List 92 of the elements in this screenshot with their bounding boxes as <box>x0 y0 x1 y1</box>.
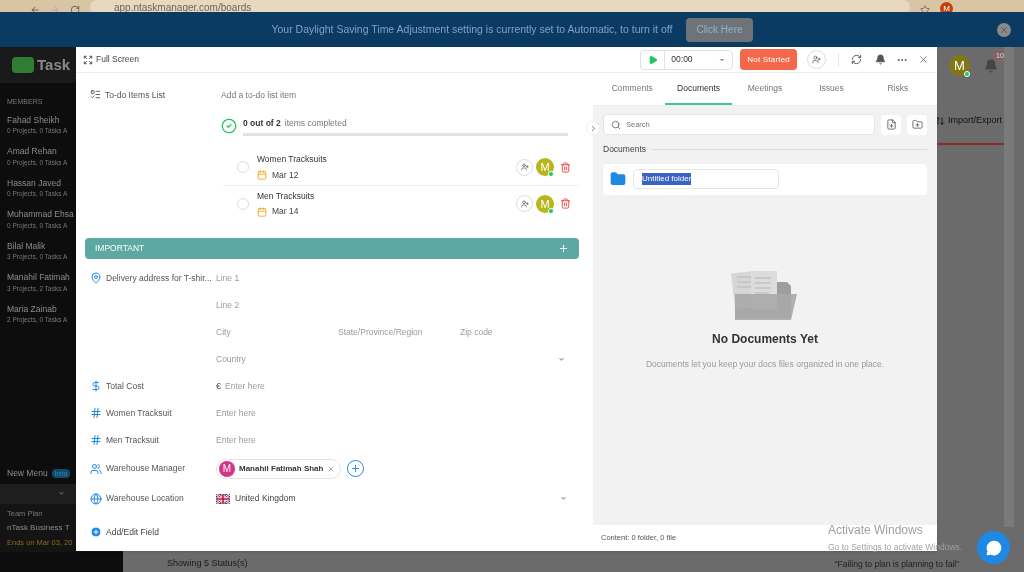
star-icon[interactable] <box>920 5 930 12</box>
add-circle-icon <box>90 526 102 539</box>
avatar[interactable]: M <box>219 460 235 477</box>
new-file-button[interactable] <box>881 114 901 135</box>
activation-title: Activate Windows <box>828 522 924 539</box>
new-menu-label[interactable]: New Menu <box>7 467 48 480</box>
sort-arrows-icon <box>934 115 945 126</box>
plus-icon[interactable] <box>558 242 569 254</box>
currency-symbol: € <box>216 379 221 393</box>
tab[interactable]: Meetings <box>731 73 799 105</box>
list-icon <box>90 89 101 100</box>
progress-check-icon <box>221 118 237 135</box>
plus-icon <box>350 463 362 475</box>
text-field[interactable]: State/Province/Region <box>338 325 458 339</box>
text-field[interactable]: Enter here <box>216 433 366 447</box>
chat-button[interactable] <box>977 531 1010 564</box>
close-icon[interactable] <box>918 54 929 65</box>
remove-icon[interactable] <box>327 464 336 473</box>
text-field[interactable]: Zip code <box>460 325 560 339</box>
uk-flag-icon <box>216 493 230 504</box>
location-pin-icon <box>90 272 102 285</box>
todo-item[interactable]: Men Tracksuits Mar 14 M <box>223 185 579 222</box>
dollar-icon <box>90 380 102 393</box>
field-label: To-do Items List <box>105 89 165 102</box>
tab[interactable]: Risks <box>864 73 932 105</box>
tab[interactable]: Issues <box>798 73 865 105</box>
folder-name-field[interactable]: Untitled folder <box>633 169 779 190</box>
calendar-icon <box>257 170 267 181</box>
new-folder-button[interactable] <box>907 114 927 135</box>
todo-input[interactable]: Add a to-do list item <box>221 89 579 101</box>
status-count: Showing 5 Status(s) <box>167 557 248 571</box>
tab[interactable]: Comments <box>599 73 666 105</box>
globe-icon <box>90 492 102 505</box>
todo-item[interactable]: Women Tracksuits Mar 12 M <box>223 149 579 186</box>
search-icon <box>611 119 621 130</box>
tab[interactable]: Documents <box>665 73 732 105</box>
todo-date: Mar 12 <box>272 168 299 182</box>
file-plus-icon <box>885 119 897 130</box>
country-select[interactable]: United Kingdom <box>216 492 568 506</box>
chat-bubble-icon <box>985 539 1002 556</box>
delete-icon[interactable] <box>560 198 571 210</box>
hash-icon <box>90 434 102 447</box>
folder-icon <box>610 171 626 188</box>
logo-icon <box>12 57 34 73</box>
add-user-icon <box>520 199 529 208</box>
text-field[interactable]: Enter here <box>216 406 366 420</box>
add-user-icon <box>520 163 529 172</box>
field-label: Men Tracksuit <box>106 433 159 447</box>
folder-plus-icon <box>911 119 923 130</box>
progress-count: 0 out of 2 <box>243 117 281 130</box>
documents-heading: Documents <box>603 143 646 156</box>
text-field[interactable]: Line 2 <box>216 298 336 312</box>
field-label: Warehouse Location <box>106 492 184 506</box>
play-icon <box>647 54 658 65</box>
field-label: Warehouse Manager <box>106 462 186 476</box>
folder-row[interactable]: Untitled folder <box>603 163 927 195</box>
status-button[interactable]: Not Started <box>740 49 797 70</box>
expand-icon <box>83 54 93 65</box>
text-field[interactable]: Enter here <box>225 379 375 393</box>
field-label: Total Cost <box>106 379 144 393</box>
import-export-button[interactable]: Import/Export <box>934 113 1002 128</box>
todo-title: Men Tracksuits <box>257 189 316 203</box>
add-user-icon <box>812 55 821 64</box>
add-edit-field-button[interactable]: Add/Edit Field <box>90 525 579 539</box>
notification-bell-icon[interactable] <box>984 58 998 73</box>
repeat-icon[interactable] <box>851 54 862 65</box>
field-label: Delivery address for T-shir... <box>106 271 212 285</box>
caret-icon <box>57 489 66 498</box>
full-screen-button[interactable]: Full Screen <box>83 53 139 66</box>
bell-icon[interactable] <box>875 54 886 65</box>
field-label: Women Tracksuit <box>106 406 172 420</box>
avatar[interactable]: M <box>949 55 970 76</box>
banner-message: Your Daylight Saving Time Adjustment setting is currently set to Automatic, to turn it off <box>271 21 673 37</box>
text-field[interactable]: City <box>216 325 336 339</box>
todo-title: Women Tracksuits <box>257 153 328 166</box>
hash-icon <box>90 407 102 420</box>
todo-date: Mar 14 <box>272 205 299 218</box>
country-select[interactable]: Country <box>216 352 566 366</box>
calendar-icon <box>257 206 267 217</box>
people-icon <box>90 462 102 475</box>
empty-title: No Documents Yet <box>712 330 818 348</box>
close-icon[interactable] <box>997 22 1011 37</box>
expand-panel-button[interactable] <box>586 121 600 135</box>
plan-name: nTask Business T <box>7 521 70 534</box>
logo-text: Task <box>37 54 71 75</box>
back-icon[interactable] <box>30 5 40 12</box>
empty-description: Documents let you keep your docs files organized in one place. <box>645 357 885 371</box>
progress-text: items completed <box>284 117 347 130</box>
reload-icon[interactable] <box>70 5 80 12</box>
quote-text: “Failing to plan is planning to fail” <box>834 557 959 571</box>
text-field[interactable]: Line 1 <box>216 271 336 285</box>
delete-icon[interactable] <box>560 161 571 173</box>
